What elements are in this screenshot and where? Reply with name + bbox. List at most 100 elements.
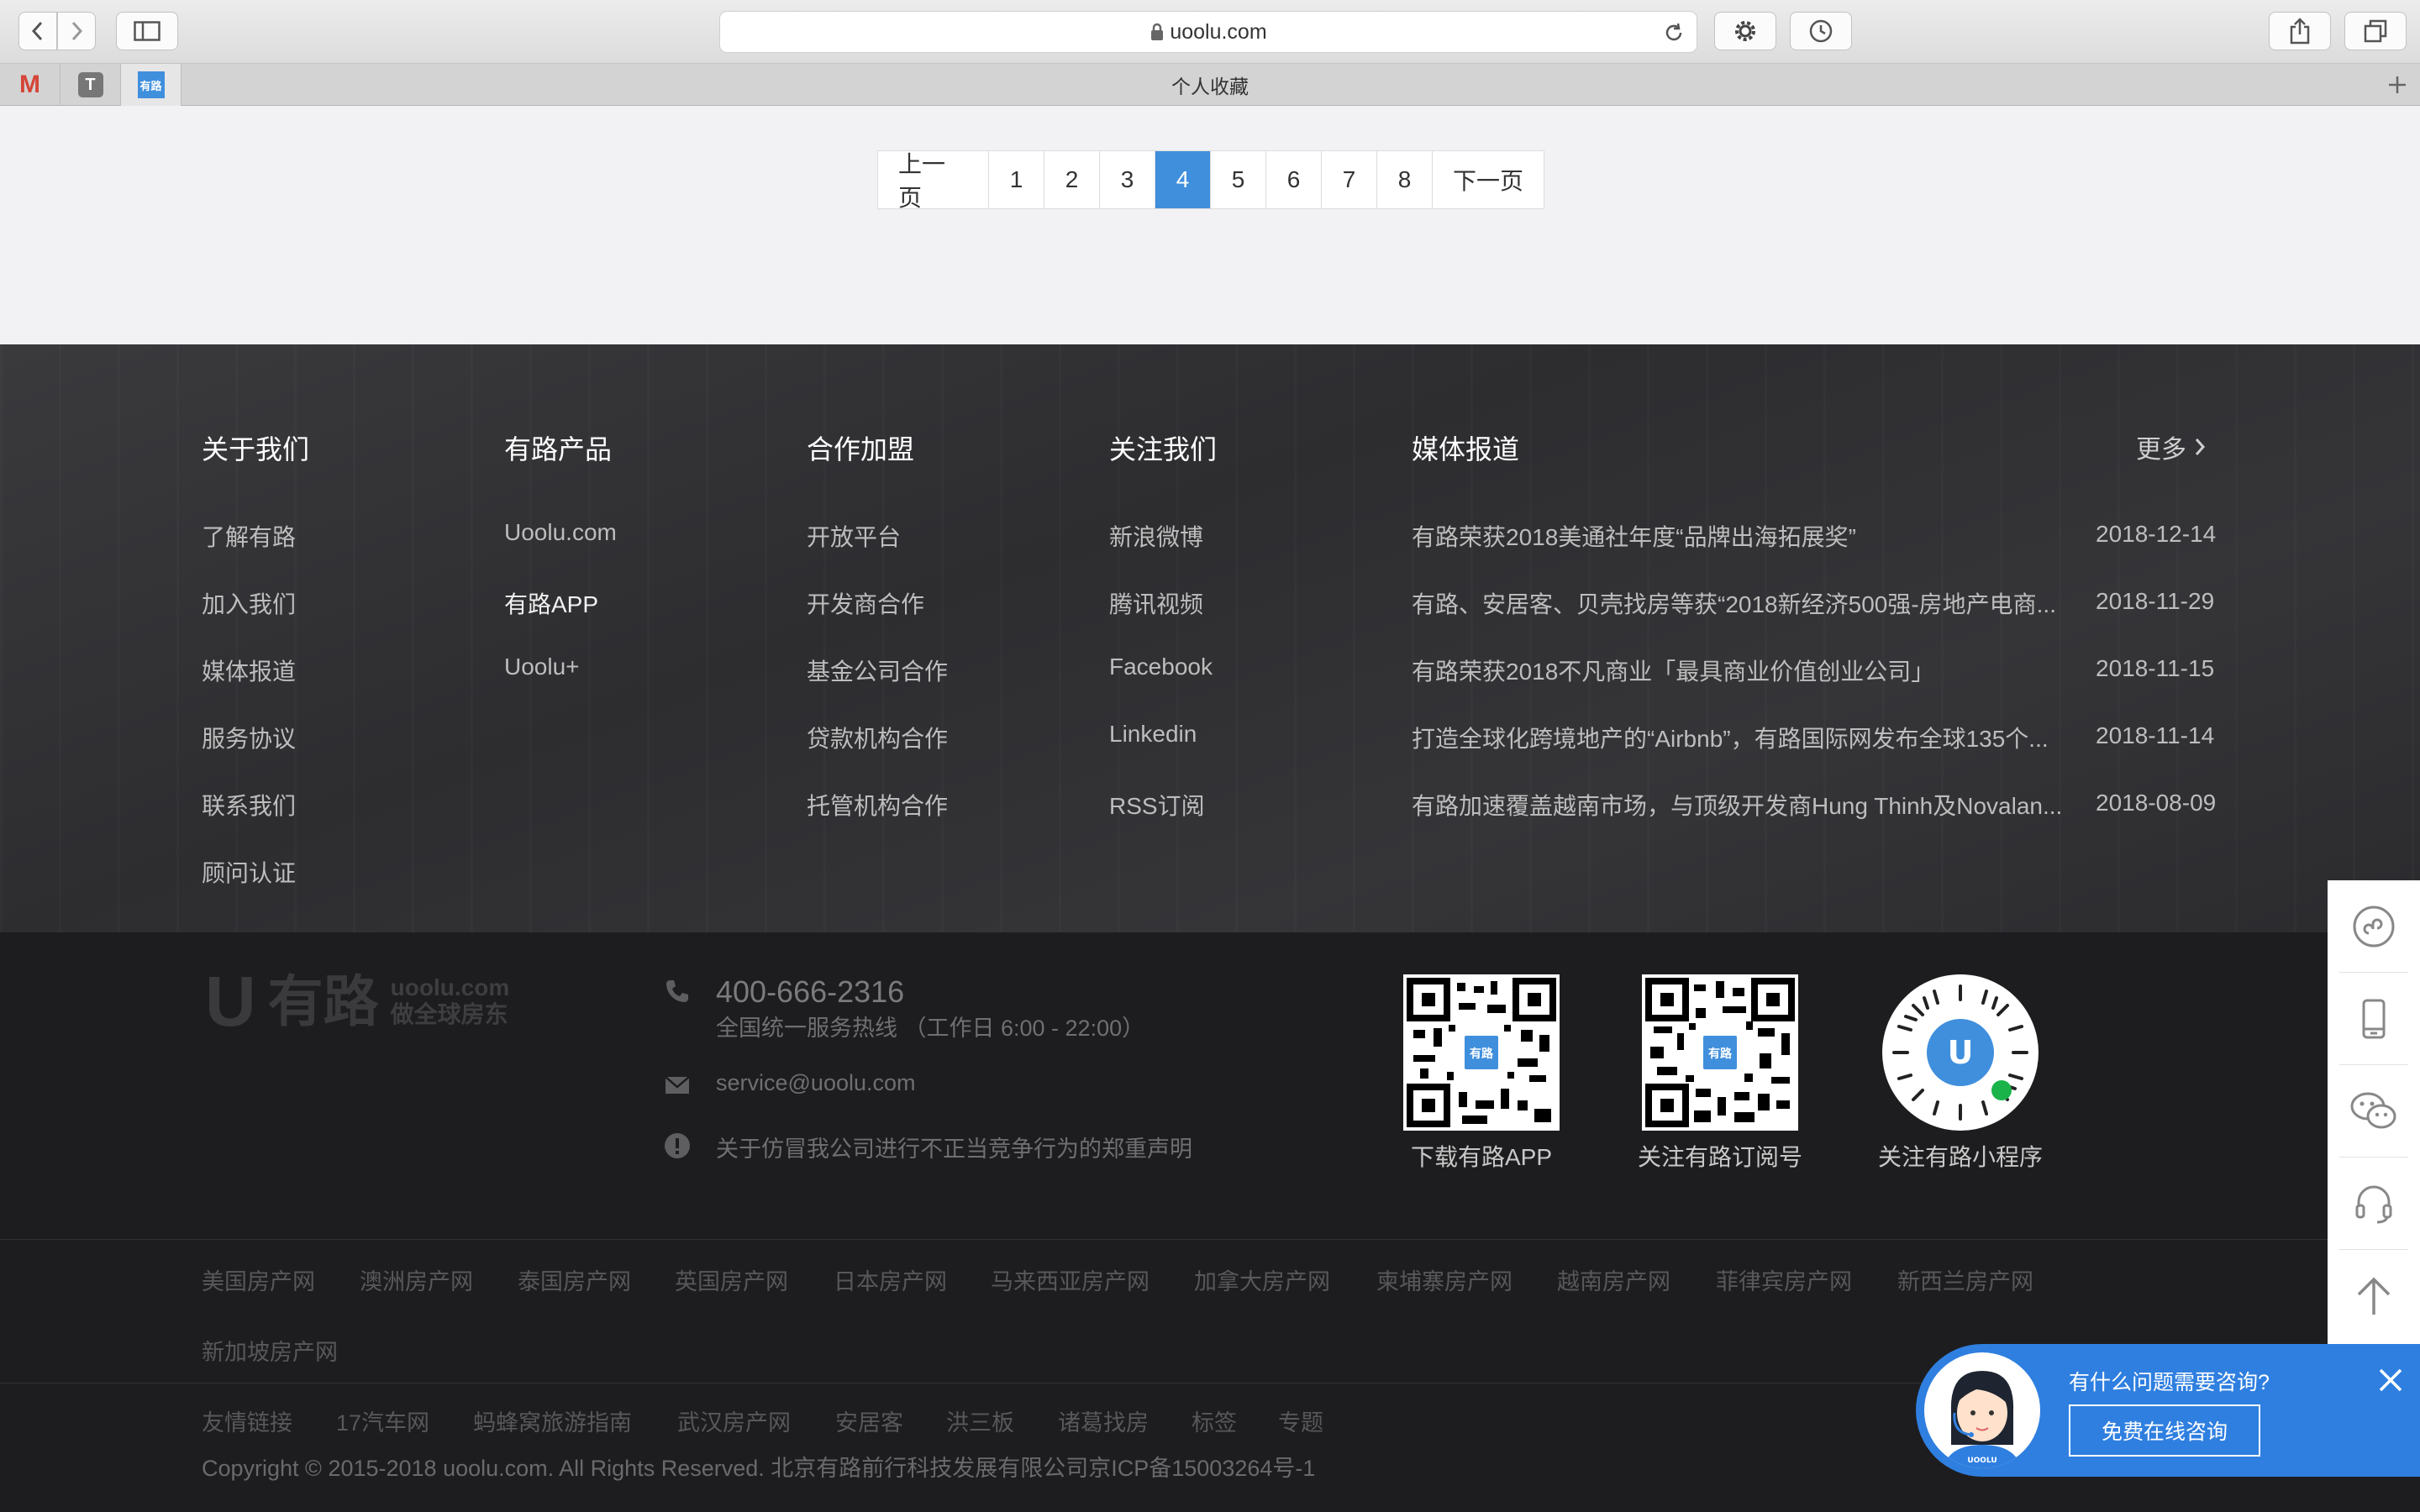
- qr-miniprogram-label: 关注有路小程序: [1877, 1144, 2043, 1170]
- reload-icon[interactable]: [1663, 22, 1685, 44]
- page-8-button[interactable]: 8: [1377, 151, 1433, 208]
- country-site-link[interactable]: 英国房产网: [675, 1263, 788, 1296]
- mini-program-icon: [2353, 906, 2395, 947]
- partners-link[interactable]: 开放平台: [807, 519, 901, 553]
- extension-button[interactable]: [1714, 12, 1776, 50]
- page-5-button[interactable]: 5: [1211, 151, 1266, 208]
- qr-wechat-icon: 有路: [1642, 974, 1798, 1131]
- wechat-button[interactable]: [2339, 1065, 2408, 1158]
- page-7-button[interactable]: 7: [1322, 151, 1377, 208]
- service-email[interactable]: service@uoolu.com: [716, 1070, 916, 1096]
- about-link[interactable]: 媒体报道: [202, 654, 296, 687]
- page-1-button[interactable]: 1: [989, 151, 1044, 208]
- chevron-right-icon: [2195, 438, 2206, 455]
- country-site-link[interactable]: 新西兰房产网: [1897, 1263, 2033, 1296]
- country-site-link[interactable]: 新加坡房产网: [202, 1334, 338, 1367]
- follow-link[interactable]: Facebook: [1109, 654, 1213, 680]
- new-tab-icon[interactable]: [2386, 74, 2408, 96]
- svg-text:有路: 有路: [1470, 1047, 1494, 1061]
- products-link[interactable]: 有路APP: [504, 586, 598, 620]
- about-link[interactable]: 服务协议: [202, 721, 296, 754]
- chevron-left-icon: [31, 21, 43, 41]
- logo-domain: uoolu.com: [390, 974, 510, 1000]
- about-link[interactable]: 联系我们: [202, 788, 296, 822]
- country-site-link[interactable]: 美国房产网: [202, 1263, 315, 1296]
- back-to-top-button[interactable]: [2339, 1250, 2408, 1342]
- svg-text:U: U: [1948, 1034, 1974, 1071]
- close-icon[interactable]: [2376, 1366, 2405, 1394]
- page-3-button[interactable]: 3: [1100, 151, 1155, 208]
- media-heading: 媒体报道: [1412, 434, 1520, 465]
- phone-icon: [666, 980, 688, 1002]
- customer-service-button[interactable]: [2339, 1158, 2408, 1250]
- follow-link[interactable]: RSS订阅: [1109, 788, 1205, 822]
- country-site-link[interactable]: 加拿大房产网: [1194, 1263, 1330, 1296]
- logo-name: 有路: [267, 970, 379, 1032]
- address-bar[interactable]: uoolu.com: [719, 11, 1697, 53]
- url-text: uoolu.com: [1170, 19, 1267, 44]
- about-link[interactable]: 顾问认证: [202, 855, 296, 889]
- footer-links-section: 关于我们 了解有路 加入我们 媒体报道 服务协议 联系我们 顾问认证 有路产品 …: [0, 344, 2420, 932]
- news-title[interactable]: 打造全球化跨境地产的“Airbnb”，有路国际网发布全球135个...: [1412, 721, 2063, 754]
- friend-link[interactable]: 诸葛找房: [1058, 1404, 1149, 1437]
- page-6-button[interactable]: 6: [1266, 151, 1322, 208]
- follow-link[interactable]: 腾讯视频: [1109, 586, 1203, 620]
- qr-wechat-label: 关注有路订阅号: [1637, 1144, 1802, 1170]
- country-site-link[interactable]: 澳洲房产网: [360, 1263, 473, 1296]
- country-site-link[interactable]: 马来西亚房产网: [991, 1263, 1150, 1296]
- partners-link[interactable]: 贷款机构合作: [807, 721, 948, 754]
- legal-notice-link[interactable]: 关于仿冒我公司进行不正当竞争行为的郑重声明: [716, 1131, 1192, 1163]
- friend-link[interactable]: 蚂蜂窝旅游指南: [473, 1404, 632, 1437]
- friend-link[interactable]: 安居客: [835, 1404, 903, 1437]
- logo-slogan: 做全球房东: [390, 1001, 508, 1027]
- partners-heading: 合作加盟: [807, 434, 915, 465]
- more-label: 更多: [2136, 436, 2186, 464]
- prev-page-button[interactable]: 上一页: [878, 151, 989, 211]
- friend-link[interactable]: 专题: [1278, 1404, 1323, 1437]
- news-title[interactable]: 有路、安居客、贝壳找房等获“2018新经济500强-房地产电商...: [1412, 586, 2063, 620]
- mobile-icon: [2362, 999, 2386, 1038]
- products-link[interactable]: Uoolu.com: [504, 519, 617, 546]
- country-site-link[interactable]: 越南房产网: [1557, 1263, 1670, 1296]
- next-page-button[interactable]: 下一页: [1433, 151, 1544, 208]
- country-site-link[interactable]: 泰国房产网: [518, 1263, 631, 1296]
- friend-link[interactable]: 17汽车网: [336, 1404, 429, 1437]
- share-button[interactable]: [2269, 12, 2331, 50]
- friend-link[interactable]: 标签: [1192, 1404, 1237, 1437]
- news-title[interactable]: 有路加速覆盖越南市场，与顶级开发商Hung Thinh及Novalan...: [1412, 788, 2075, 822]
- page-4-button[interactable]: 4: [1155, 151, 1211, 208]
- clock-icon: [1809, 19, 1833, 43]
- news-date: 2018-08-09: [2096, 790, 2217, 816]
- friend-link[interactable]: 武汉房产网: [677, 1404, 791, 1437]
- mobile-app-button[interactable]: [2339, 973, 2408, 1065]
- follow-link[interactable]: 新浪微博: [1109, 519, 1203, 553]
- country-site-link[interactable]: 柬埔寨房产网: [1376, 1263, 1512, 1296]
- partners-link[interactable]: 托管机构合作: [807, 788, 948, 822]
- history-button[interactable]: [1790, 12, 1852, 50]
- page-2-button[interactable]: 2: [1044, 151, 1100, 208]
- agent-avatar: UOOLU: [1924, 1352, 2040, 1468]
- tabs-overview-button[interactable]: [2344, 12, 2407, 50]
- forward-button[interactable]: [57, 12, 96, 50]
- alert-icon: [665, 1133, 690, 1158]
- friend-link[interactable]: 洪三板: [946, 1404, 1014, 1437]
- more-link[interactable]: 更多: [2136, 428, 2207, 465]
- news-date: 2018-11-14: [2096, 722, 2215, 748]
- back-button[interactable]: [18, 12, 57, 50]
- country-site-link[interactable]: 日本房产网: [834, 1263, 947, 1296]
- mini-program-button[interactable]: [2339, 880, 2408, 973]
- sidebar-icon: [134, 21, 160, 41]
- about-link[interactable]: 了解有路: [202, 519, 296, 553]
- tab-title: 个人收藏: [1171, 76, 1249, 97]
- follow-link[interactable]: Linkedin: [1109, 721, 1197, 748]
- lock-icon: [1151, 23, 1164, 40]
- sidebar-toggle-button[interactable]: [116, 12, 178, 50]
- about-link[interactable]: 加入我们: [202, 586, 296, 620]
- country-site-link[interactable]: 菲律宾房产网: [1716, 1263, 1852, 1296]
- free-consult-button[interactable]: 免费在线咨询: [2069, 1404, 2260, 1457]
- favorites-bar: M T 有路 个人收藏: [0, 64, 2420, 106]
- partners-link[interactable]: 开发商合作: [807, 586, 924, 620]
- products-link[interactable]: Uoolu+: [504, 654, 580, 680]
- arrow-up-icon: [2357, 1277, 2391, 1315]
- partners-link[interactable]: 基金公司合作: [807, 654, 948, 687]
